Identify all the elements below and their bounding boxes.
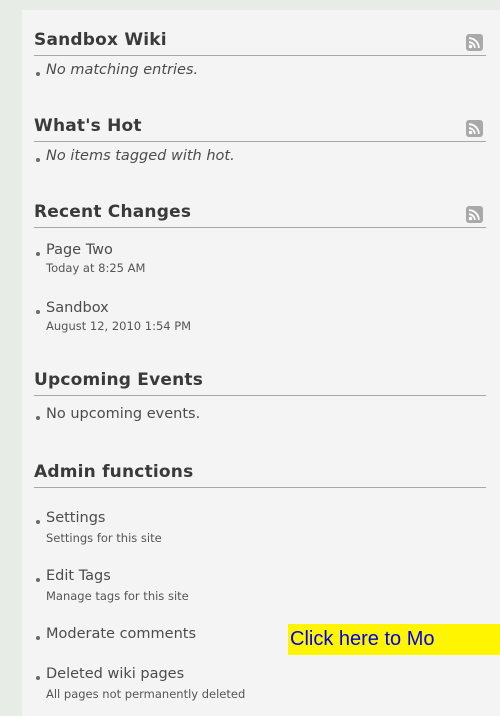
bullet-icon	[36, 72, 40, 76]
item-link[interactable]: Moderate comments	[46, 626, 196, 642]
item-link[interactable]: Sandbox	[46, 300, 109, 316]
section-header: Recent Changes	[34, 196, 486, 228]
section-title: Recent Changes	[34, 202, 192, 222]
section-title: Upcoming Events	[34, 370, 204, 390]
bullet-icon	[36, 676, 40, 680]
item-timestamp: Today at 8:25 AM	[46, 261, 146, 275]
bullet-icon	[36, 520, 40, 524]
section-title: Admin functions	[34, 462, 194, 482]
item-link[interactable]: Page Two	[46, 242, 113, 258]
item-title: No matching entries.	[46, 62, 199, 78]
section-header: Upcoming Events	[34, 364, 486, 396]
rss-feed-icon[interactable]	[466, 206, 483, 223]
bullet-icon	[36, 252, 40, 256]
section-whats-hot: What's Hot No items tagged with hot.	[34, 110, 486, 164]
bullet-icon	[36, 416, 40, 420]
section-title: What's Hot	[34, 116, 142, 136]
section-title: Sandbox Wiki	[34, 30, 167, 50]
item-link[interactable]: Settings	[46, 510, 105, 526]
item-title: No items tagged with hot.	[46, 148, 235, 164]
section-upcoming-events: Upcoming Events No upcoming events.	[34, 364, 486, 422]
item-link[interactable]: Deleted wiki pages	[46, 666, 184, 682]
bullet-icon	[36, 158, 40, 162]
click-here-callout-link[interactable]: Click here to Mo	[288, 624, 500, 655]
section-header: What's Hot	[34, 110, 486, 142]
section-sandbox-wiki: Sandbox Wiki No matching entries.	[34, 24, 486, 78]
bullet-icon	[36, 310, 40, 314]
section-admin-functions: Admin functions Settings Settings for th…	[34, 456, 486, 701]
rss-feed-icon[interactable]	[466, 34, 483, 51]
section-recent-changes: Recent Changes Page Two Today at 8:25 AM…	[34, 196, 486, 333]
item-title: No upcoming events.	[46, 406, 201, 422]
rss-feed-icon[interactable]	[466, 120, 483, 137]
item-description: All pages not permanently deleted	[46, 687, 246, 701]
bullet-icon	[36, 578, 40, 582]
item-timestamp: August 12, 2010 1:54 PM	[46, 319, 192, 333]
item-description: Settings for this site	[46, 531, 162, 545]
item-description: Manage tags for this site	[46, 589, 189, 603]
section-header: Admin functions	[34, 456, 486, 488]
sidebar-panel: Sandbox Wiki No matching entries. What's…	[22, 10, 500, 716]
item-link[interactable]: Edit Tags	[46, 568, 111, 584]
section-header: Sandbox Wiki	[34, 24, 486, 56]
bullet-icon	[36, 636, 40, 640]
